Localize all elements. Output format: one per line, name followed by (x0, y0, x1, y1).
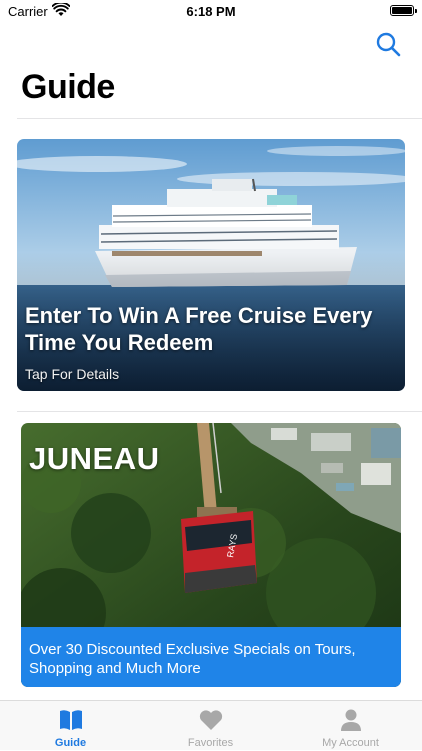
clock: 6:18 PM (186, 4, 236, 19)
tab-my-account[interactable]: My Account (280, 701, 421, 751)
card-title: Enter To Win A Free Cruise Every Time Yo… (25, 303, 373, 355)
page-title: Guide (21, 68, 115, 106)
book-icon (59, 710, 82, 730)
promo-card-cruise[interactable]: Enter To Win A Free Cruise Every Time Yo… (17, 139, 405, 391)
card-banner: Over 30 Discounted Exclusive Specials on… (21, 627, 401, 687)
tab-bar: Guide Favorites My Account (0, 700, 422, 750)
card-title: JUNEAU (29, 441, 160, 476)
tab-label: Favorites (187, 737, 234, 749)
status-bar: Carrier 6:18 PM (0, 0, 422, 24)
tab-label: My Account (322, 737, 379, 749)
battery-icon (390, 5, 417, 16)
search-icon[interactable] (374, 30, 402, 58)
heart-icon (199, 710, 222, 730)
promo-card-juneau[interactable]: RAYS JUNEAU Over 30 Discounted Exclusive… (21, 423, 401, 687)
card-subtitle: Tap For Details (25, 366, 120, 382)
tab-guide[interactable]: Guide (0, 701, 141, 751)
tab-favorites[interactable]: Favorites (140, 701, 281, 751)
card-divider (17, 411, 422, 412)
tab-label: Guide (54, 737, 87, 749)
person-icon (340, 709, 361, 731)
header-divider (17, 118, 422, 119)
